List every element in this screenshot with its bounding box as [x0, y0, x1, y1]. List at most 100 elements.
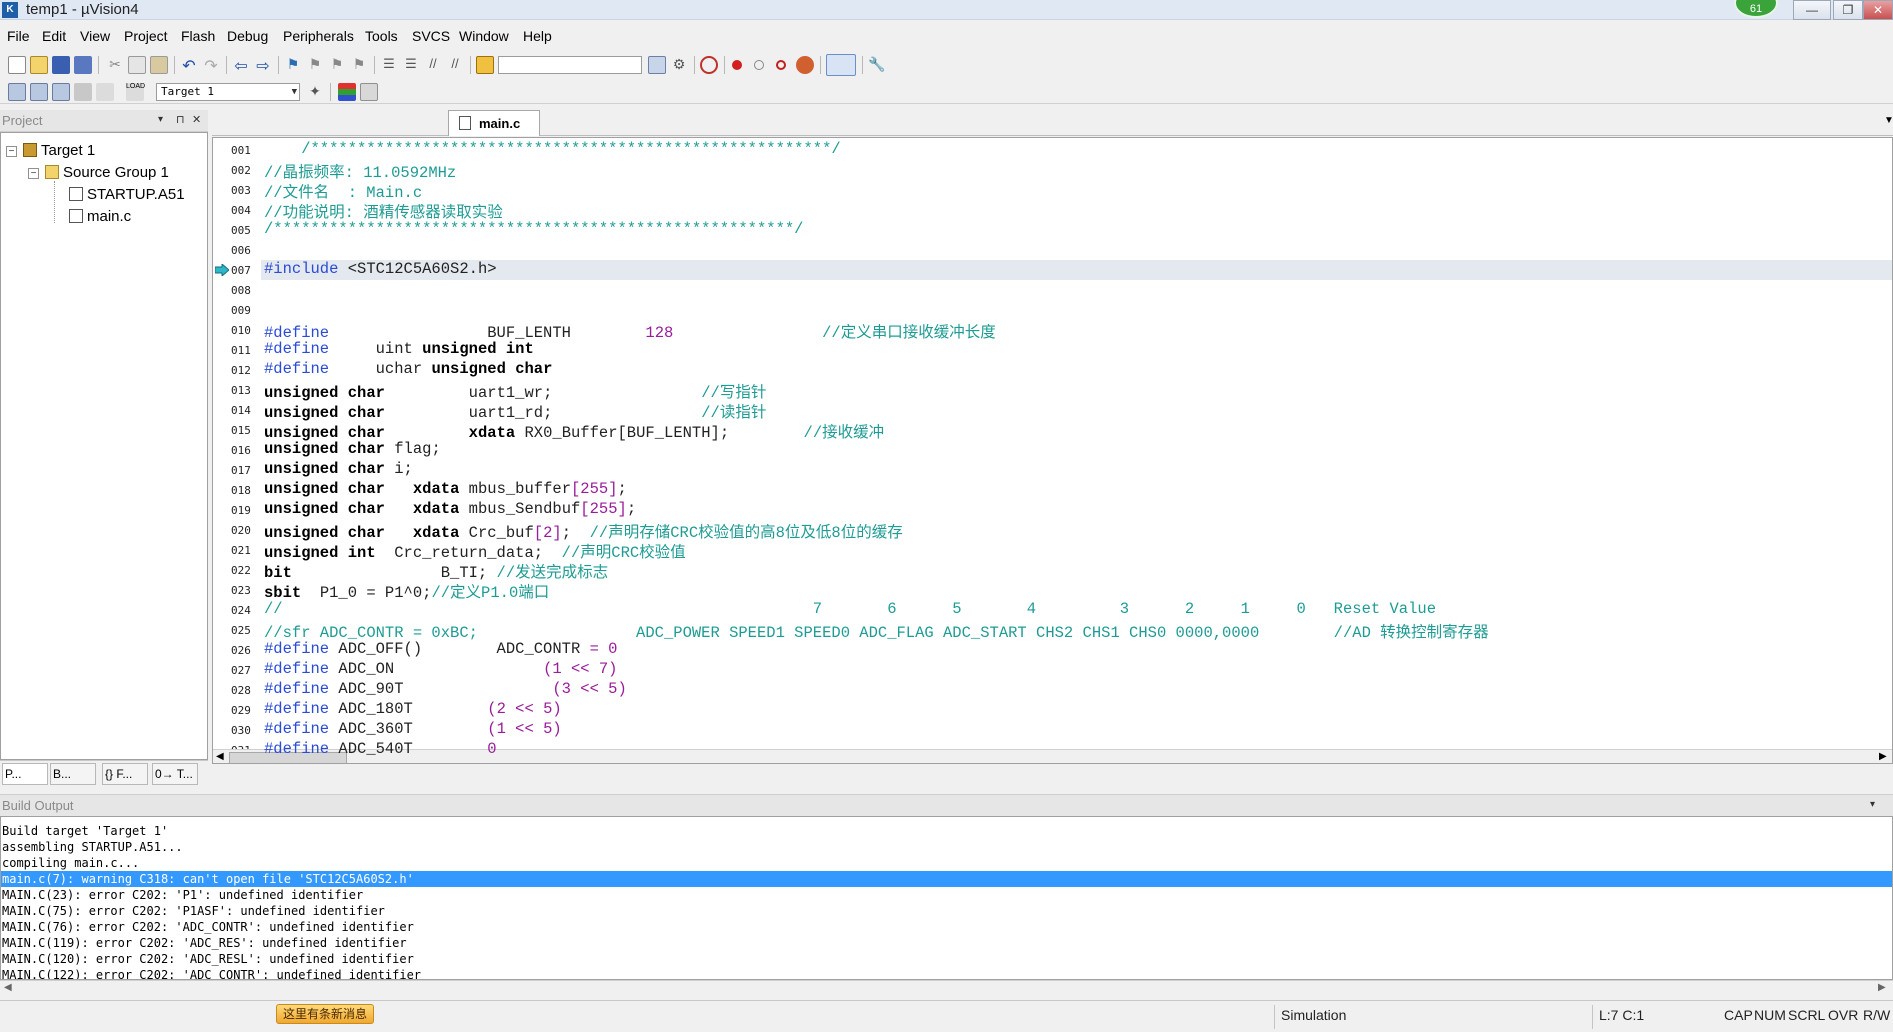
close-button[interactable]: ✕: [1863, 0, 1893, 20]
scroll-right-icon[interactable]: ▶: [1879, 751, 1887, 762]
restore-button[interactable]: ❐: [1833, 0, 1863, 20]
disable-breakpoint-icon[interactable]: [754, 60, 764, 70]
kill-breakpoints-icon[interactable]: [796, 56, 814, 74]
build-output-line[interactable]: MAIN.C(76): error C202: 'ADC_CONTR': und…: [2, 919, 414, 935]
menu-debug[interactable]: Debug: [227, 28, 268, 44]
build-output-line[interactable]: MAIN.C(23): error C202: 'P1': undefined …: [2, 887, 363, 903]
tree-item-source-group[interactable]: Source Group 1: [45, 164, 169, 181]
copy-icon[interactable]: [128, 56, 146, 74]
scroll-left-icon[interactable]: ◀: [4, 982, 12, 993]
build-output-line[interactable]: compiling main.c...: [2, 855, 139, 871]
configure-icon[interactable]: 🔧: [868, 56, 886, 74]
redo-icon[interactable]: ↷: [202, 56, 220, 75]
open-folder-icon[interactable]: [30, 56, 48, 74]
panel-menu-icon[interactable]: ▾: [1870, 799, 1875, 810]
build-output-log[interactable]: Build target 'Target 1' assembling STARTU…: [0, 816, 1893, 980]
build-output-scrollbar[interactable]: ◀ ▶: [0, 980, 1893, 996]
paste-icon[interactable]: [150, 56, 168, 74]
window-layout-icon[interactable]: [826, 54, 856, 76]
build-output-line[interactable]: MAIN.C(75): error C202: 'P1ASF': undefin…: [2, 903, 385, 919]
build-output-line[interactable]: main.c(7): warning C318: can't open file…: [1, 871, 1892, 887]
build-icon[interactable]: [30, 83, 48, 101]
next-bookmark-icon[interactable]: ⚑: [328, 56, 346, 74]
menu-file[interactable]: File: [7, 28, 30, 44]
undo-icon[interactable]: ↶: [180, 56, 198, 75]
select-packs-icon[interactable]: [360, 83, 378, 101]
navigate-back-icon[interactable]: ⇦: [232, 56, 250, 75]
menu-edit[interactable]: Edit: [42, 28, 66, 44]
scroll-right-icon[interactable]: ▶: [1878, 982, 1886, 993]
target-select[interactable]: Target 1 ▼: [156, 83, 300, 101]
breakpoint-icon[interactable]: [732, 60, 742, 70]
find-in-files-icon[interactable]: [476, 56, 494, 74]
menu-svcs[interactable]: SVCS: [412, 28, 450, 44]
build-output-line[interactable]: Build target 'Target 1': [2, 823, 168, 839]
bookmark-icon[interactable]: ⚑: [284, 56, 302, 74]
save-icon[interactable]: [52, 56, 70, 74]
translate-icon[interactable]: [8, 83, 26, 101]
code-editor[interactable]: 001 002 003 004 005 006 007 008 009 010 011 012 013 0…: [212, 137, 1893, 764]
rebuild-icon[interactable]: [52, 83, 70, 101]
tree-item-target[interactable]: Target 1: [23, 142, 95, 159]
tab-main-c[interactable]: main.c: [448, 110, 540, 136]
panel-close-icon[interactable]: ✕: [192, 113, 201, 126]
build-output-line[interactable]: MAIN.C(119): error C202: 'ADC_RES': unde…: [2, 935, 407, 951]
new-message-notification[interactable]: 这里有条新消息: [276, 1004, 374, 1024]
pin-icon[interactable]: ⊓: [176, 113, 185, 126]
find-icon[interactable]: [648, 56, 666, 74]
comment-icon[interactable]: //: [424, 56, 442, 74]
build-output-header: Build Output ▾: [0, 794, 1893, 816]
tree-item-file-startup[interactable]: STARTUP.A51: [69, 186, 185, 203]
find-combo[interactable]: [498, 56, 642, 74]
menu-view[interactable]: View: [80, 28, 110, 44]
incremental-find-icon[interactable]: ⚙: [670, 56, 688, 74]
minimize-button[interactable]: —: [1793, 0, 1831, 20]
batch-build-icon[interactable]: [74, 83, 92, 101]
unindent-icon[interactable]: ☰: [402, 56, 420, 74]
clear-bookmarks-icon[interactable]: ⚑: [350, 56, 368, 74]
toolbar-separator: [174, 56, 175, 74]
save-all-icon[interactable]: [74, 56, 92, 74]
file-icon: [459, 116, 471, 130]
menu-flash[interactable]: Flash: [181, 28, 215, 44]
cut-icon[interactable]: ✂: [106, 56, 124, 74]
menu-peripherals[interactable]: Peripherals: [283, 28, 354, 44]
uvision-logo-icon: K: [2, 2, 18, 18]
tab-project[interactable]: P...: [2, 763, 48, 785]
line-number: 028: [231, 684, 251, 697]
line-number: 005: [231, 224, 251, 237]
download-icon[interactable]: LOAD: [126, 83, 145, 101]
debug-session-icon[interactable]: [700, 56, 718, 74]
line-number-gutter: 001 002 003 004 005 006 007 008 009 010 011 012 013 0…: [213, 138, 263, 763]
tab-functions[interactable]: {} F...: [102, 763, 148, 785]
collapse-group-icon[interactable]: −: [28, 168, 39, 179]
menu-project[interactable]: Project: [124, 28, 168, 44]
target-options-icon[interactable]: ✦: [306, 83, 324, 101]
build-output-line[interactable]: MAIN.C(122): error C202: 'ADC_CONTR': un…: [2, 967, 421, 979]
line-number: 008: [231, 284, 251, 297]
stop-build-icon[interactable]: [96, 83, 114, 101]
prev-bookmark-icon[interactable]: ⚑: [306, 56, 324, 74]
uncomment-icon[interactable]: //: [446, 56, 464, 74]
line-number: 002: [231, 164, 251, 177]
manage-components-icon[interactable]: [338, 83, 356, 101]
tab-templates[interactable]: 0→ T...: [152, 763, 198, 785]
collapse-target-icon[interactable]: −: [6, 146, 17, 157]
tab-list-icon[interactable]: ▼: [1884, 115, 1893, 126]
tree-label-target: Target 1: [41, 142, 96, 159]
scroll-left-icon[interactable]: ◀: [216, 751, 224, 762]
indent-icon[interactable]: ☰: [380, 56, 398, 74]
remove-breakpoints-icon[interactable]: [776, 60, 786, 70]
menu-help[interactable]: Help: [523, 28, 552, 44]
build-output-line[interactable]: assembling STARTUP.A51...: [2, 839, 183, 855]
tree-item-file-main[interactable]: main.c: [69, 208, 131, 225]
panel-menu-icon[interactable]: ▾: [158, 114, 163, 125]
menu-window[interactable]: Window: [459, 28, 509, 44]
new-file-icon[interactable]: [8, 56, 26, 74]
build-output-line[interactable]: MAIN.C(120): error C202: 'ADC_RESL': und…: [2, 951, 414, 967]
code-line: // 7 6 5 4 3 2 1 0 Reset Value: [264, 600, 1436, 618]
title-bar: K temp1 - µVision4: [0, 0, 1893, 20]
navigate-forward-icon[interactable]: ⇨: [254, 56, 272, 75]
tab-books[interactable]: B...: [50, 763, 96, 785]
menu-tools[interactable]: Tools: [365, 28, 398, 44]
